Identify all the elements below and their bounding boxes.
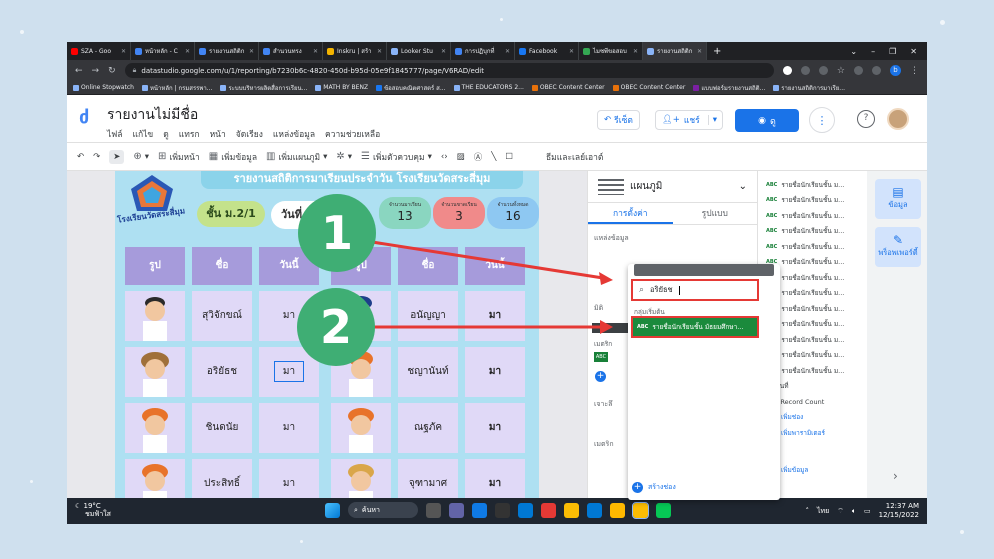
screen: SZA - Goo ✕ หน้าหลัก - C ✕ รายงานสถิติก ✕ ส… [67,42,927,524]
arrow-step-1 [371,240,604,280]
step-2-badge: 2 [297,288,375,366]
arrowhead-step-1 [599,272,613,285]
annotation-arrows [371,240,613,334]
arrowhead-step-2 [600,320,613,334]
step-1-badge: 1 [298,194,376,272]
